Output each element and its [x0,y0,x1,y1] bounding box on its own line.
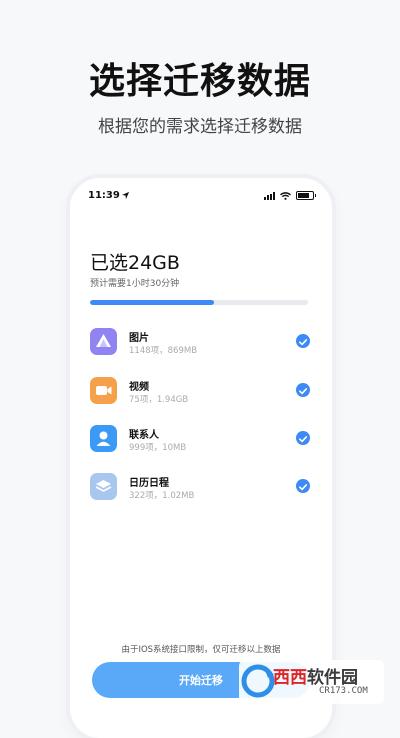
cr173-logo-icon [241,664,275,698]
watermark-brand: 西西软件园 [273,668,358,688]
page-title: 选择迁移数据 [88,61,311,102]
item-name: 图片 [129,333,149,344]
contacts-icon [90,425,117,452]
page-subtitle: 根据您的需求选择迁移数据 [98,117,302,137]
item-name: 日历日程 [129,478,169,489]
item-name: 联系人 [129,430,159,441]
wifi-icon [280,191,291,200]
list-item-videos[interactable]: 视频 75项，1.94GB [90,377,310,411]
calendar-icon [90,473,117,500]
phone-frame: 11:39 已选24GB 预计需要1小时30分钟 图片 1148项，869MB … [70,178,332,738]
watermark: 西西软件园 CR173.COM [239,660,384,704]
list-item-photos[interactable]: 图片 1148项，869MB [90,328,310,362]
list-item-calendar[interactable]: 日历日程 322项，1.02MB [90,473,310,507]
item-meta: 1148项，869MB [129,346,198,356]
status-time: 11:39 [88,190,120,201]
watermark-domain: CR173.COM [319,686,368,696]
item-meta: 322项，1.02MB [129,491,195,501]
photos-icon [90,328,117,355]
checkbox-checked-icon[interactable] [296,479,310,493]
item-name: 视频 [129,382,149,393]
status-indicators [264,191,316,200]
estimated-time: 预计需要1小时30分钟 [90,279,180,289]
cellular-signal-icon [264,191,275,200]
progress-bar [90,300,308,305]
progress-fill [90,300,215,305]
list-item-contacts[interactable]: 联系人 999项，10MB [90,425,310,459]
checkbox-checked-icon[interactable] [296,383,310,397]
selected-size: 已选24GB [90,252,180,274]
checkbox-checked-icon[interactable] [296,334,310,348]
video-icon [90,377,117,404]
location-arrow-icon [121,191,130,200]
item-meta: 999项，10MB [129,443,187,453]
item-meta: 75项，1.94GB [129,395,189,405]
ios-limit-notice: 由于IOS系统接口限制，仅可迁移以上数据 [121,645,281,655]
battery-icon [296,191,316,200]
checkbox-checked-icon[interactable] [296,431,310,445]
status-bar: 11:39 [88,190,316,204]
